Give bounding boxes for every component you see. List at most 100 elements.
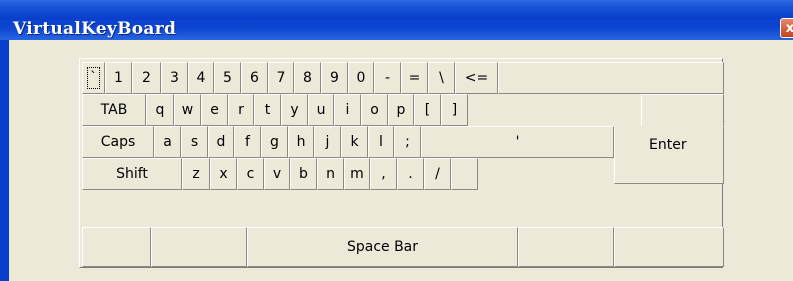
key-y[interactable]: y <box>281 94 308 126</box>
key-apostrophe[interactable]: ' <box>421 126 614 158</box>
enter-label: Enter <box>649 137 687 153</box>
key-c[interactable]: c <box>237 158 264 190</box>
key-d[interactable]: d <box>208 126 234 158</box>
key-5[interactable]: 5 <box>214 62 241 94</box>
key-1[interactable]: 1 <box>105 62 132 94</box>
key-label: m <box>350 166 364 182</box>
key-label: , <box>381 166 386 182</box>
key-label: h <box>296 134 306 150</box>
key-e[interactable]: e <box>201 94 228 126</box>
key-i[interactable]: i <box>334 94 361 126</box>
key-comma[interactable]: , <box>370 158 397 190</box>
key-label: q <box>155 102 165 118</box>
key-s[interactable]: s <box>181 126 208 158</box>
key-b[interactable]: b <box>290 158 317 190</box>
key-label: 1 <box>114 70 123 86</box>
key-l[interactable]: l <box>368 126 394 158</box>
key-label: b <box>299 166 308 182</box>
key-label: w <box>181 102 194 118</box>
key-backspace[interactable]: <= <box>455 62 498 94</box>
key-minus[interactable]: - <box>374 62 401 94</box>
key-v[interactable]: v <box>264 158 290 190</box>
key-r[interactable]: r <box>228 94 254 126</box>
key-label: k <box>350 134 359 150</box>
key-3[interactable]: 3 <box>161 62 188 94</box>
key-label: r <box>238 102 244 118</box>
key-label: v <box>272 166 282 182</box>
key-q[interactable]: q <box>146 94 174 126</box>
key-label: 3 <box>170 70 179 86</box>
key-label: Caps <box>100 134 136 150</box>
key-label: j <box>325 134 330 150</box>
key-label: f <box>245 134 250 150</box>
key-backslash[interactable]: \ <box>428 62 455 94</box>
key-label: 8 <box>303 70 312 86</box>
key-period[interactable]: . <box>397 158 424 190</box>
key-label: Space Bar <box>346 239 419 255</box>
key-h[interactable]: h <box>288 126 314 158</box>
key-2[interactable]: 2 <box>132 62 161 94</box>
key-w[interactable]: w <box>174 94 201 126</box>
key-u[interactable]: u <box>308 94 334 126</box>
key-9[interactable]: 9 <box>321 62 348 94</box>
key-n[interactable]: n <box>317 158 344 190</box>
key-label: d <box>216 134 226 150</box>
key-label: \ <box>439 70 444 86</box>
key-label: TAB <box>100 102 128 118</box>
key-label: <= <box>464 70 489 86</box>
key-label: ' <box>515 134 520 150</box>
key-shift[interactable]: Shift <box>82 158 182 190</box>
key-6[interactable]: 6 <box>241 62 268 94</box>
key-x[interactable]: x <box>210 158 237 190</box>
key-label: 2 <box>142 70 151 86</box>
key-8[interactable]: 8 <box>294 62 321 94</box>
keyboard-panel: ` 1 2 3 4 5 6 7 8 9 0 - = \ <= TAB q w e r t y u i o p [] Enter Caps… <box>79 58 724 268</box>
key-space-bar[interactable]: Space Bar <box>247 227 518 267</box>
blank-key-r1-15[interactable] <box>498 62 724 94</box>
key-4[interactable]: 4 <box>188 62 214 94</box>
key-label: y <box>290 102 299 118</box>
blank-key-r5-4[interactable] <box>614 227 724 267</box>
key-enter-lower[interactable] <box>614 126 724 184</box>
blank-key-r5-1[interactable] <box>151 227 247 267</box>
key-7[interactable]: 7 <box>268 62 294 94</box>
key-label: [ <box>424 102 431 118</box>
key-label: / <box>435 166 440 182</box>
key-p[interactable]: p <box>388 94 414 126</box>
key-label: . <box>408 166 413 182</box>
key-equals[interactable]: = <box>401 62 428 94</box>
key-a[interactable]: a <box>154 126 181 158</box>
key-label: Shift <box>116 166 148 182</box>
blank-key-r5-0[interactable] <box>82 227 151 267</box>
key-slash[interactable]: / <box>424 158 451 190</box>
key-enter[interactable] <box>641 94 724 126</box>
key-g[interactable]: g <box>261 126 288 158</box>
key-k[interactable]: k <box>341 126 368 158</box>
key-label: g <box>270 134 279 150</box>
key-semicolon[interactable]: ; <box>394 126 421 158</box>
key-m[interactable]: m <box>344 158 370 190</box>
key-right-bracket[interactable]: ] <box>441 94 468 126</box>
key-label: - <box>384 70 391 86</box>
key-o[interactable]: o <box>361 94 388 126</box>
key-backtick[interactable]: ` <box>82 62 105 94</box>
key-label: s <box>190 134 199 150</box>
key-label: ] <box>451 102 458 118</box>
key-label: o <box>370 102 379 118</box>
key-0[interactable]: 0 <box>348 62 374 94</box>
key-left-bracket[interactable]: [ <box>414 94 441 126</box>
key-caps-lock[interactable]: Caps <box>82 126 154 158</box>
key-z[interactable]: z <box>182 158 210 190</box>
blank-key-r5-3[interactable] <box>518 227 614 267</box>
key-label: ; <box>405 134 410 150</box>
key-label: u <box>316 102 326 118</box>
close-icon: x <box>785 21 793 36</box>
blank-key-r4-11[interactable] <box>451 158 478 190</box>
title-bar[interactable]: VirtualKeyBoard x <box>0 0 793 40</box>
key-j[interactable]: j <box>314 126 341 158</box>
key-tab[interactable]: TAB <box>82 94 146 126</box>
key-label: 0 <box>356 70 366 86</box>
close-button[interactable]: x <box>780 18 793 38</box>
key-t[interactable]: t <box>254 94 281 126</box>
key-f[interactable]: f <box>234 126 261 158</box>
